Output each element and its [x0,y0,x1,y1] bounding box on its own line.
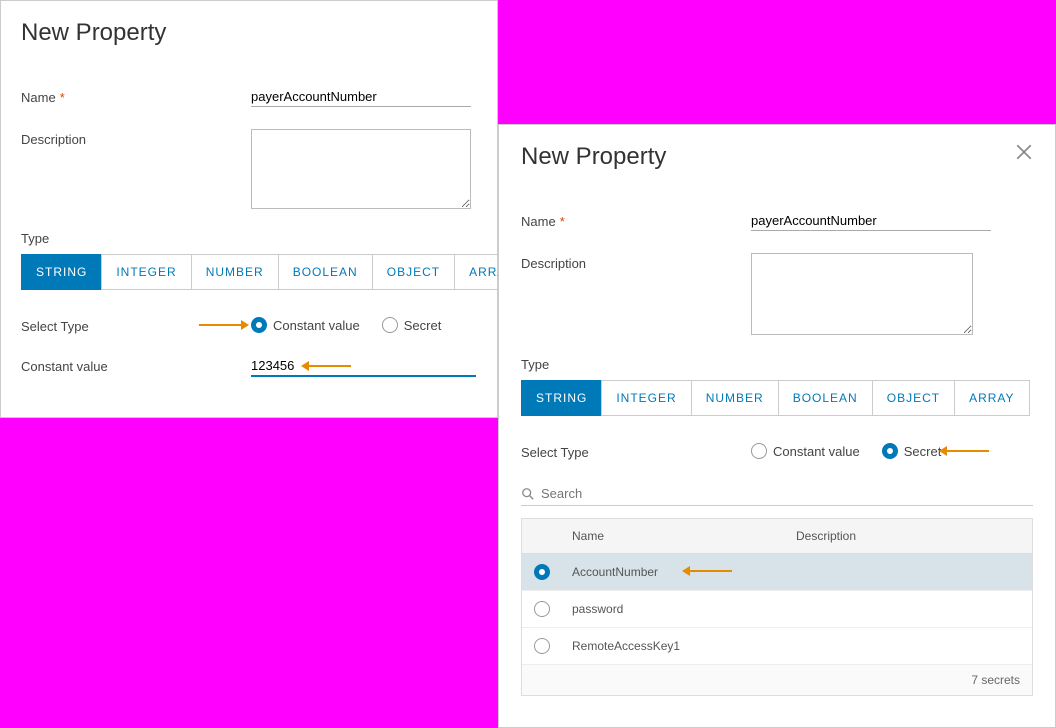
name-label: Name* [21,87,251,107]
type-tabs: STRING INTEGER NUMBER BOOLEAN OBJECT ARR… [21,254,477,290]
new-property-panel-secret: New Property Name* Description Type STRI… [498,124,1056,728]
type-label: Type [521,357,1033,372]
radio-constant-value[interactable] [251,317,267,333]
new-property-panel-constant: New Property Name* Description Type STRI… [0,0,498,418]
type-tab-integer[interactable]: INTEGER [101,254,190,290]
description-textarea[interactable] [251,129,471,209]
radio-secret[interactable] [882,443,898,459]
type-tabs: STRING INTEGER NUMBER BOOLEAN OBJECT ARR… [521,380,1033,416]
panel-title: New Property [521,143,1033,171]
type-tab-string[interactable]: STRING [521,380,601,416]
secret-name: password [572,602,796,616]
radio-constant-label: Constant value [273,318,360,333]
type-tab-integer[interactable]: INTEGER [601,380,690,416]
column-header-description[interactable]: Description [796,529,1020,543]
type-tab-object[interactable]: OBJECT [372,254,454,290]
secrets-table-header: Name Description [522,519,1032,554]
radio-secret-label: Secret [904,444,942,459]
constant-value-input[interactable] [251,356,476,377]
secrets-footer: 7 secrets [522,665,1032,695]
table-row[interactable]: AccountNumber [522,554,1032,591]
radio-secret-label: Secret [404,318,442,333]
row-radio[interactable] [534,601,550,617]
name-input[interactable] [751,211,991,231]
type-tab-number[interactable]: NUMBER [691,380,778,416]
search-input[interactable] [541,486,1033,501]
select-type-label: Select Type [521,442,751,460]
constant-value-label: Constant value [21,356,251,377]
type-tab-boolean[interactable]: BOOLEAN [778,380,872,416]
type-tab-string[interactable]: STRING [21,254,101,290]
search-row [521,482,1033,506]
table-row[interactable]: password [522,591,1032,628]
required-indicator: * [560,214,565,229]
search-icon [521,487,535,501]
required-indicator: * [60,90,65,105]
description-label: Description [21,129,251,209]
description-textarea[interactable] [751,253,973,335]
close-icon[interactable] [1015,143,1033,161]
row-radio[interactable] [534,564,550,580]
type-label: Type [21,231,477,246]
select-type-label: Select Type [21,316,251,334]
type-tab-array[interactable]: ARRAY [954,380,1029,416]
secret-name: RemoteAccessKey1 [572,639,796,653]
column-header-name[interactable]: Name [572,529,796,543]
name-input[interactable] [251,87,471,107]
type-tab-number[interactable]: NUMBER [191,254,278,290]
type-tab-object[interactable]: OBJECT [872,380,954,416]
table-row[interactable]: RemoteAccessKey1 [522,628,1032,665]
radio-constant-value[interactable] [751,443,767,459]
radio-secret[interactable] [382,317,398,333]
name-label: Name* [521,211,751,231]
type-tab-boolean[interactable]: BOOLEAN [278,254,372,290]
radio-constant-label: Constant value [773,444,860,459]
panel-title: New Property [21,19,477,47]
row-radio[interactable] [534,638,550,654]
secret-name: AccountNumber [572,565,796,579]
description-label: Description [521,253,751,335]
secrets-table: Name Description AccountNumber password … [521,518,1033,696]
